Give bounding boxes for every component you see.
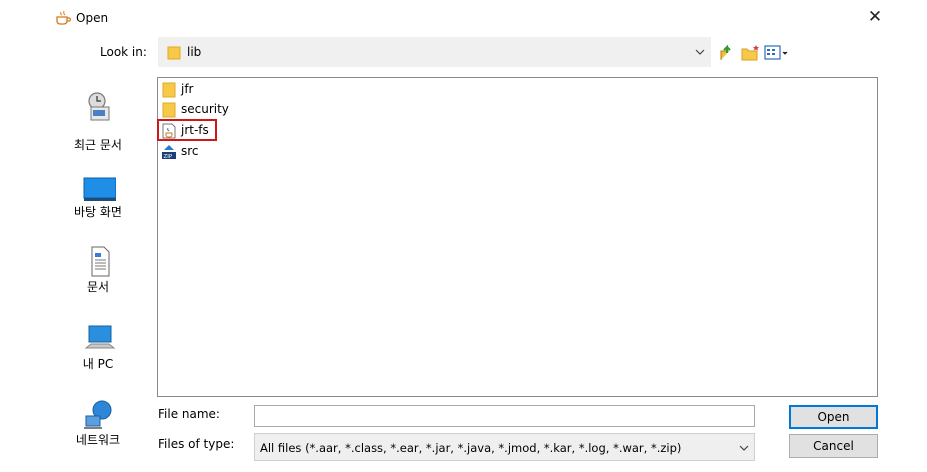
new-folder-button[interactable] [741,44,761,62]
place-recent-items[interactable]: 최근 문서 [48,88,148,158]
folder-icon [162,82,176,98]
file-name: src [181,144,199,158]
open-button[interactable]: Open [789,405,878,429]
file-name-input[interactable] [254,405,755,427]
file-list[interactable]: jfr security jrt-fs ZIP src [157,77,878,397]
file-type-value: All files (*.aar, *.class, *.ear, *.jar,… [260,441,682,455]
up-one-level-button[interactable] [718,44,738,62]
file-name: jfr [181,82,194,96]
look-in-label: Look in: [100,45,147,59]
chevron-down-icon [695,49,705,55]
look-in-value: lib [187,45,202,59]
chevron-down-icon [739,445,749,451]
file-name: security [181,102,229,116]
svg-text:ZIP: ZIP [164,154,173,160]
file-type-dropdown[interactable]: All files (*.aar, *.class, *.ear, *.jar,… [254,433,755,461]
view-menu-button[interactable] [764,44,790,62]
new-folder-icon [741,45,759,61]
file-type-label: Files of type: [158,437,235,451]
place-label: 내 PC [82,357,114,371]
places-bar: 최근 문서 바탕 화면 문서 내 PC 네트워크 [48,78,148,458]
zip-file-icon: ZIP [162,145,176,160]
window-title: Open [76,11,109,25]
place-label: 최근 문서 [74,138,122,152]
java-cup-icon [56,10,72,25]
title-bar: Open ✕ [0,0,927,36]
view-menu-icon [764,45,788,60]
place-label: 바탕 화면 [74,205,122,219]
network-icon [84,400,112,429]
recent-items-icon [88,92,110,121]
close-icon: ✕ [867,7,883,27]
up-one-level-icon [720,44,731,60]
this-pc-icon [84,325,116,349]
place-network[interactable]: 네트워크 [48,398,148,468]
file-name-label: File name: [158,407,220,421]
place-label: 문서 [86,280,110,294]
cancel-button[interactable]: Cancel [789,434,878,458]
folder-icon [162,102,176,118]
close-button[interactable]: ✕ [858,2,892,32]
place-this-pc[interactable]: 내 PC [48,322,148,392]
folder-icon [167,46,181,60]
place-desktop[interactable]: 바탕 화면 [48,173,148,243]
place-documents[interactable]: 문서 [48,245,148,315]
place-label: 네트워크 [75,433,121,447]
selection-highlight [157,119,217,141]
look-in-dropdown[interactable]: lib [158,37,711,67]
desktop-icon [83,177,116,201]
documents-icon [91,246,110,277]
